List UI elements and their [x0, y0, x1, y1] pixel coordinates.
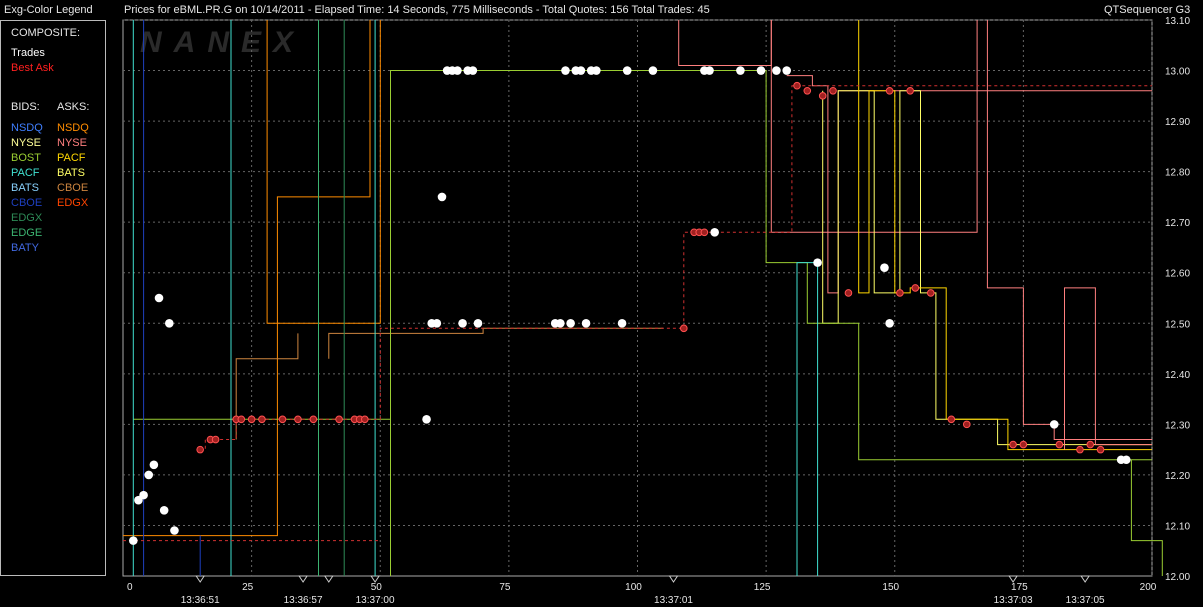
trade-dot — [159, 505, 169, 515]
best-ask-dot — [1096, 445, 1105, 454]
time-label: 13:37:01 — [654, 595, 693, 606]
best-ask-dot — [335, 415, 343, 424]
trade-dot — [1049, 420, 1059, 429]
best-ask-dot — [237, 415, 246, 424]
time-label: 13:37:05 — [1066, 595, 1105, 606]
time-marker — [668, 575, 679, 583]
watermark: NANEX — [140, 26, 305, 59]
x-tick-label: 25 — [242, 582, 254, 593]
best-ask-dot — [1009, 440, 1017, 449]
trade-dot — [705, 66, 714, 75]
y-tick-label: 12.90 — [1165, 117, 1190, 128]
best-ask-dot — [1076, 445, 1084, 454]
trade-dot — [782, 66, 792, 75]
trade-dot — [170, 526, 179, 535]
y-tick-label: 12.70 — [1165, 218, 1190, 229]
best-ask-dot — [829, 86, 837, 95]
best-ask-dot — [844, 289, 853, 297]
trade-dot — [154, 293, 164, 303]
time-label: 13:36:51 — [181, 595, 220, 606]
best-ask-dot — [258, 415, 266, 424]
trade-dot — [468, 66, 478, 75]
price-chart: NANEX 12.00 12.10 12.20 12.30 12.40 12.50 12.60… — [122, 16, 1190, 606]
best-ask-dot — [309, 415, 318, 424]
best-ask-dot — [896, 289, 904, 297]
x-tick-label: 125 — [754, 582, 771, 593]
x-tick-label: 75 — [499, 582, 511, 593]
y-tick-label: 12.40 — [1165, 370, 1190, 381]
trade-dot — [772, 66, 781, 75]
y-tick-label: 12.80 — [1165, 168, 1190, 179]
trade-dot — [437, 192, 447, 202]
trade-dot — [622, 66, 632, 75]
best-ask-dot — [211, 435, 220, 444]
trade-dot — [813, 258, 822, 267]
trade-dot — [710, 227, 719, 237]
trade-dot — [473, 318, 483, 328]
trade-dot — [756, 66, 766, 75]
trade-dot — [592, 66, 601, 75]
best-ask-dot — [1055, 440, 1064, 449]
trade-dot — [617, 318, 627, 328]
x-tick-label: 0 — [127, 582, 133, 593]
x-tick-label: 150 — [882, 582, 899, 593]
x-tick-label: 200 — [1140, 582, 1157, 593]
y-tick-label: 13.00 — [1165, 67, 1190, 78]
trade-dot — [144, 470, 154, 480]
best-ask-dot — [680, 324, 688, 333]
trade-dot — [139, 490, 148, 500]
trade-dot — [561, 66, 570, 75]
y-tick-label: 12.00 — [1165, 572, 1190, 583]
y-tick-label: 12.20 — [1165, 471, 1190, 482]
best-ask-dot — [1086, 440, 1095, 449]
trade-dot — [128, 536, 138, 545]
time-label: 13:36:57 — [284, 595, 323, 606]
trade-dot — [736, 66, 745, 75]
trade-dot — [458, 318, 467, 328]
x-tick-label: 100 — [625, 582, 642, 593]
trade-dot — [453, 66, 462, 75]
best-ask-dot — [803, 86, 812, 95]
trade-dot — [648, 66, 658, 75]
best-ask-dot — [947, 415, 956, 424]
trade-dot — [885, 318, 894, 328]
best-ask-dot — [962, 420, 971, 429]
best-ask-dot — [196, 445, 204, 454]
trade-dot — [556, 318, 565, 328]
best-ask-dot — [885, 86, 894, 95]
time-marker — [298, 575, 309, 583]
trade-dot — [880, 263, 889, 272]
y-tick-label: 12.50 — [1165, 319, 1190, 330]
trade-dot — [566, 318, 575, 328]
trade-dot — [422, 415, 431, 424]
y-tick-label: 12.10 — [1165, 521, 1190, 532]
best-ask-dot — [793, 81, 801, 90]
time-marker — [323, 575, 334, 583]
time-label: 13:37:03 — [994, 595, 1033, 606]
trade-dot — [581, 318, 591, 328]
best-ask-dot — [906, 86, 914, 95]
best-ask-dot — [278, 415, 287, 424]
x-tick-label: 50 — [371, 582, 383, 593]
trade-dot — [1121, 455, 1131, 465]
y-tick-label: 12.30 — [1165, 420, 1190, 431]
trade-dot — [576, 66, 586, 75]
best-ask-dot — [700, 228, 709, 237]
best-ask-dot — [911, 284, 920, 292]
time-marker — [195, 575, 206, 583]
time-marker — [1080, 575, 1091, 583]
trade-dot — [165, 318, 174, 328]
best-ask-dot — [818, 92, 827, 100]
best-ask-dot — [247, 415, 256, 424]
trade-dot — [432, 318, 442, 328]
y-tick-label: 13.10 — [1165, 16, 1190, 27]
time-label: 13:37:00 — [356, 595, 395, 606]
best-ask-dot — [294, 415, 302, 424]
best-ask-dot — [926, 289, 935, 297]
best-ask-dot — [361, 415, 369, 424]
y-tick-label: 12.60 — [1165, 269, 1190, 280]
best-ask-dot — [1019, 440, 1028, 449]
x-tick-label: 175 — [1011, 582, 1028, 593]
trade-dot — [149, 460, 159, 470]
